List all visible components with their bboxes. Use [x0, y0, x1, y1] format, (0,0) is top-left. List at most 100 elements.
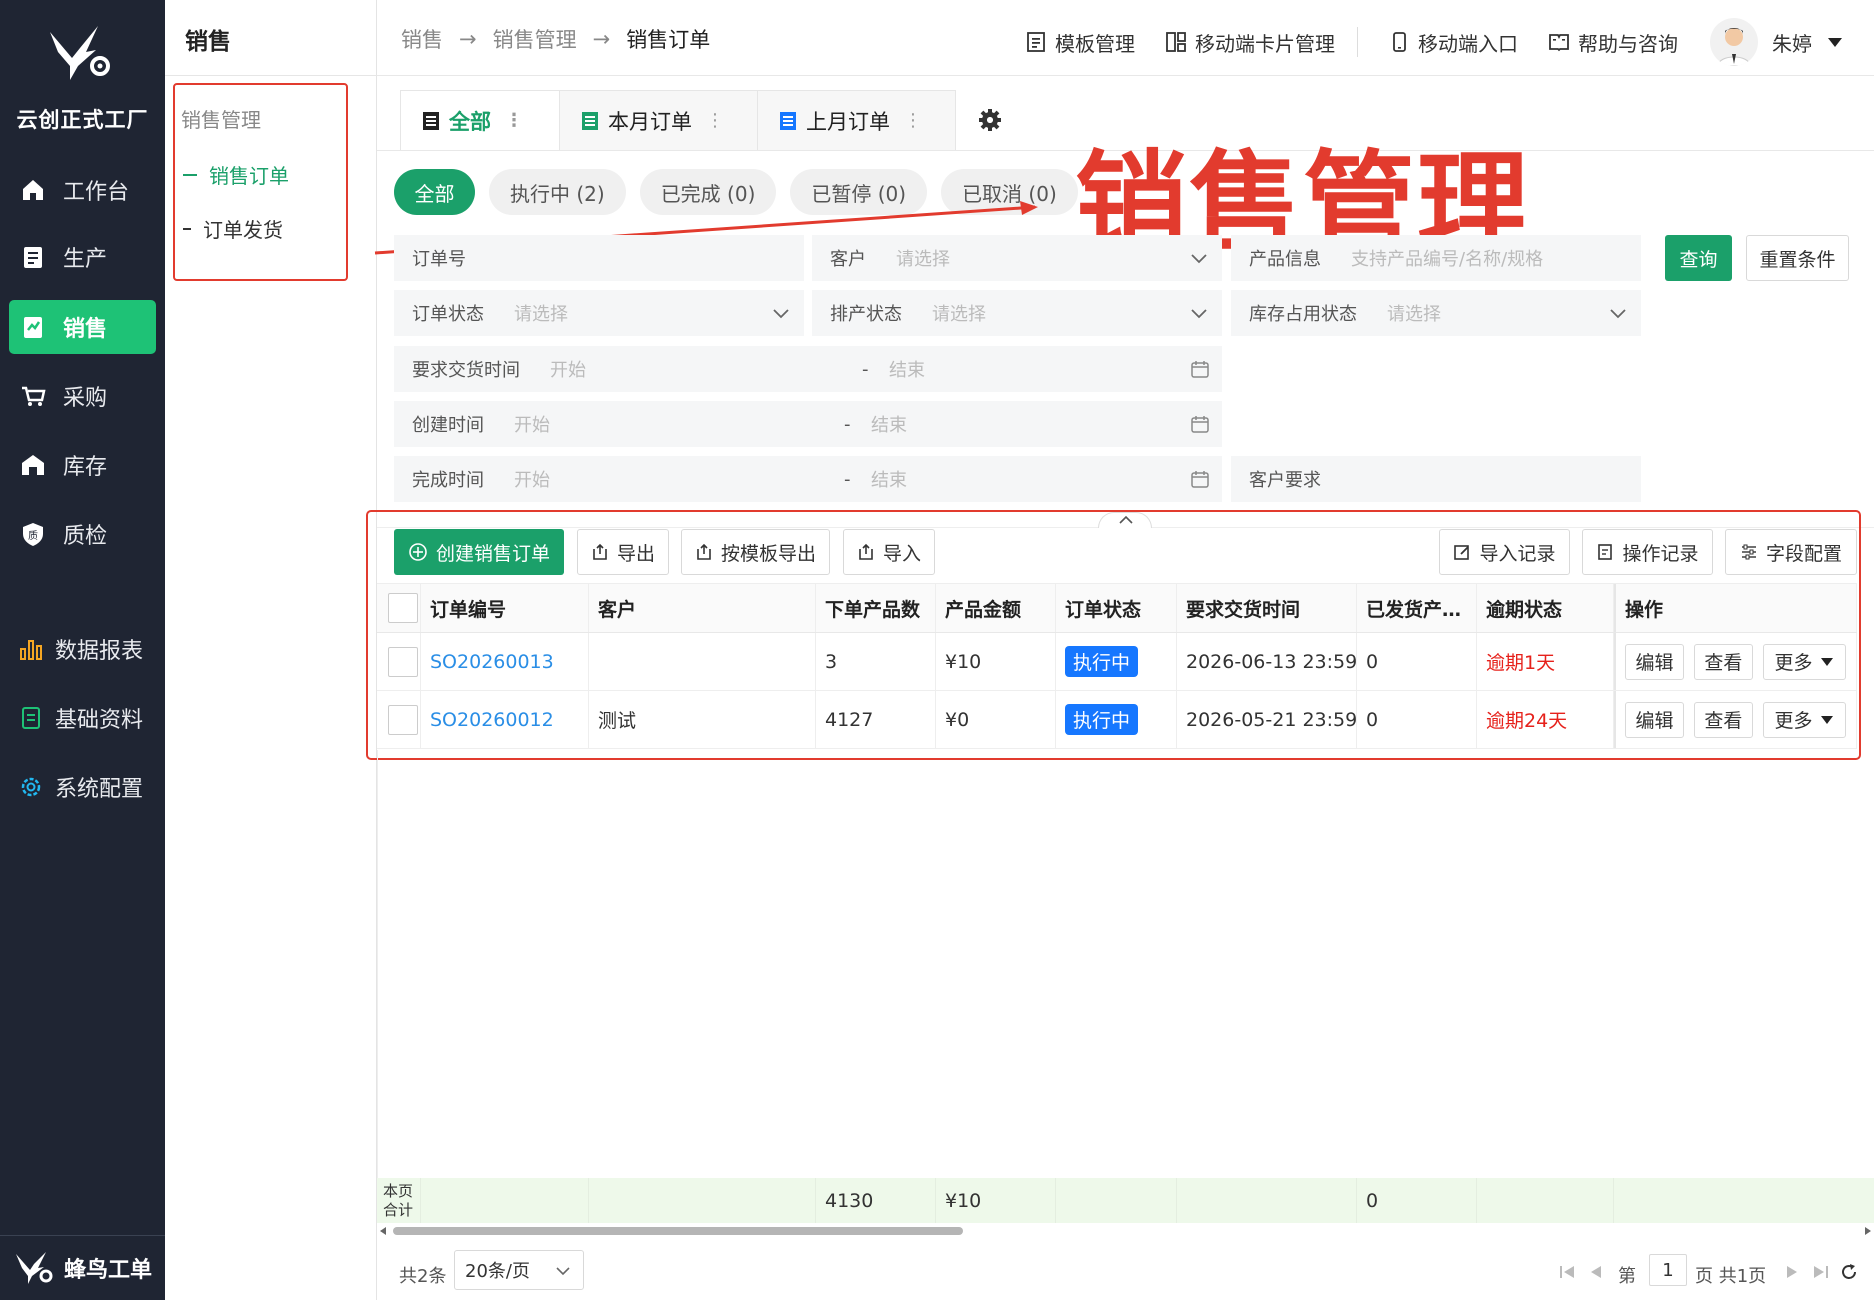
- table-row[interactable]: SO20260013 3 ¥10 执行中 2026-06-13 23:59 0 …: [377, 633, 1857, 691]
- column-header[interactable]: 已发货产…: [1357, 584, 1477, 632]
- template-export-button[interactable]: 按模板导出: [681, 529, 830, 575]
- refresh-icon[interactable]: [1839, 1262, 1859, 1282]
- template-manage-link[interactable]: 模板管理: [1025, 28, 1135, 57]
- column-header[interactable]: 逾期状态: [1477, 584, 1614, 632]
- overdue-cell: 逾期24天: [1477, 691, 1614, 748]
- amount-cell: ¥0: [936, 691, 1056, 748]
- link-label: 模板管理: [1055, 31, 1135, 56]
- breadcrumb-item[interactable]: 销售管理: [493, 24, 577, 54]
- product-info-field[interactable]: 产品信息 支持产品编号/名称/规格: [1231, 235, 1641, 281]
- order-no-field[interactable]: 订单号: [394, 235, 804, 281]
- table-header: 订单编号 客户 下单产品数 产品金额 订单状态 要求交货时间 已发货产… 逾期状…: [377, 583, 1857, 633]
- nav-item-inventory[interactable]: 库存: [9, 438, 156, 492]
- button-label: 导出: [616, 542, 655, 565]
- page-suffix: 页 共1页: [1695, 1266, 1767, 1287]
- import-icon: [859, 543, 873, 560]
- placeholder: 请选择: [1387, 304, 1441, 325]
- nav-item-production[interactable]: 生产: [9, 230, 156, 284]
- nav-item-sales[interactable]: 销售: [9, 300, 156, 354]
- delivery-time-range[interactable]: 要求交货时间 开始 - 结束: [394, 346, 1222, 392]
- customer-select[interactable]: 客户 请选择: [812, 235, 1222, 281]
- next-page-icon[interactable]: [1785, 1264, 1799, 1280]
- field-config-button[interactable]: 字段配置: [1725, 529, 1857, 575]
- field-label: 客户: [830, 249, 866, 270]
- user-name[interactable]: 朱婷: [1772, 28, 1812, 57]
- query-button[interactable]: 查询: [1665, 235, 1732, 281]
- tab-all[interactable]: 全部 ⋮: [400, 90, 560, 150]
- prev-page-icon[interactable]: [1589, 1264, 1603, 1280]
- finished-time-range[interactable]: 完成时间 开始 - 结束: [394, 456, 1222, 502]
- edit-button[interactable]: 编辑: [1625, 643, 1684, 680]
- row-checkbox[interactable]: [388, 704, 418, 735]
- customer-requirement-field[interactable]: 客户要求: [1231, 456, 1641, 502]
- export-button[interactable]: 导出: [577, 529, 669, 575]
- caret-down-icon[interactable]: [1826, 35, 1844, 49]
- nav-label: 基础资料: [55, 708, 144, 733]
- tab-last-month[interactable]: 上月订单 ⋮: [757, 90, 956, 150]
- reset-button[interactable]: 重置条件: [1746, 235, 1849, 281]
- page-input[interactable]: 1: [1649, 1254, 1687, 1286]
- caret-down-icon: [1821, 657, 1834, 666]
- placeholder: 请选择: [514, 304, 568, 325]
- order-no-link[interactable]: SO20260012: [421, 691, 589, 748]
- nav-item-workbench[interactable]: 工作台: [9, 163, 156, 217]
- view-tabs: 全部 ⋮ 本月订单 ⋮ 上月订单 ⋮: [400, 90, 956, 150]
- row-checkbox[interactable]: [388, 646, 418, 677]
- operation-log-button[interactable]: 操作记录: [1582, 529, 1713, 575]
- more-dropdown[interactable]: 更多: [1762, 701, 1846, 738]
- avatar[interactable]: [1710, 18, 1758, 66]
- chevron-down-icon: [1191, 309, 1207, 319]
- nav-item-system-config[interactable]: 系统配置: [9, 760, 156, 814]
- field-label: 产品信息: [1249, 249, 1321, 270]
- horizontal-scrollbar[interactable]: [377, 1224, 1874, 1238]
- import-log-button[interactable]: 导入记录: [1439, 529, 1570, 575]
- last-page-icon[interactable]: [1812, 1264, 1830, 1280]
- select-all-checkbox[interactable]: [388, 593, 418, 623]
- stock-status-select[interactable]: 库存占用状态 请选择: [1231, 290, 1641, 336]
- column-header[interactable]: 下单产品数: [816, 584, 936, 632]
- tab-label: 全部: [449, 109, 491, 134]
- view-button[interactable]: 查看: [1693, 643, 1753, 680]
- nav-item-basic-data[interactable]: 基础资料: [9, 691, 156, 745]
- first-page-icon[interactable]: [1558, 1264, 1576, 1280]
- column-header[interactable]: 订单状态: [1056, 584, 1177, 632]
- order-no-link[interactable]: SO20260013: [421, 633, 589, 690]
- help-link[interactable]: 帮助与咨询: [1548, 28, 1678, 57]
- due-time-cell: 2026-06-13 23:59: [1177, 633, 1357, 690]
- nav-item-reports[interactable]: 数据报表: [9, 622, 156, 676]
- divider: [1357, 27, 1358, 57]
- nav-item-quality[interactable]: 质 质检: [9, 507, 156, 561]
- create-sales-order-button[interactable]: 创建销售订单: [394, 529, 564, 575]
- placeholder: 支持产品编号/名称/规格: [1351, 249, 1544, 270]
- column-header[interactable]: 要求交货时间: [1177, 584, 1357, 632]
- more-vertical-icon[interactable]: ⋮: [706, 111, 724, 129]
- mobile-entry-link[interactable]: 移动端入口: [1388, 28, 1518, 57]
- totals-cell: [421, 1178, 589, 1223]
- edit-button[interactable]: 编辑: [1625, 701, 1684, 738]
- placeholder: 结束: [871, 415, 907, 436]
- more-vertical-icon[interactable]: ⋮: [904, 111, 922, 129]
- warehouse-icon: [22, 455, 44, 475]
- more-vertical-icon[interactable]: ⋮: [505, 111, 523, 129]
- list-doc-icon: [582, 111, 598, 130]
- tab-this-month[interactable]: 本月订单 ⋮: [559, 90, 758, 150]
- schedule-status-select[interactable]: 排产状态 请选择: [812, 290, 1222, 336]
- table-row[interactable]: SO20260012 测试 4127 ¥0 执行中 2026-05-21 23:…: [377, 691, 1857, 749]
- calendar-icon: [1191, 416, 1209, 433]
- status-cell: 执行中: [1056, 633, 1177, 690]
- book-icon: [1549, 34, 1569, 52]
- mobile-card-manage-link[interactable]: 移动端卡片管理: [1165, 28, 1335, 57]
- column-header[interactable]: 客户: [589, 584, 816, 632]
- gear-icon[interactable]: [978, 108, 1002, 132]
- actions-cell: 编辑 查看 更多: [1614, 633, 1857, 690]
- view-button[interactable]: 查看: [1693, 701, 1753, 738]
- page-size-select[interactable]: 20条/页: [454, 1250, 584, 1290]
- created-time-range[interactable]: 创建时间 开始 - 结束: [394, 401, 1222, 447]
- import-button[interactable]: 导入: [843, 529, 935, 575]
- order-status-select[interactable]: 订单状态 请选择: [394, 290, 804, 336]
- column-header[interactable]: 产品金额: [936, 584, 1056, 632]
- more-dropdown[interactable]: 更多: [1762, 643, 1846, 680]
- column-header[interactable]: 订单编号: [421, 584, 589, 632]
- nav-item-purchase[interactable]: 采购: [9, 369, 156, 423]
- breadcrumb-item[interactable]: 销售: [401, 24, 443, 54]
